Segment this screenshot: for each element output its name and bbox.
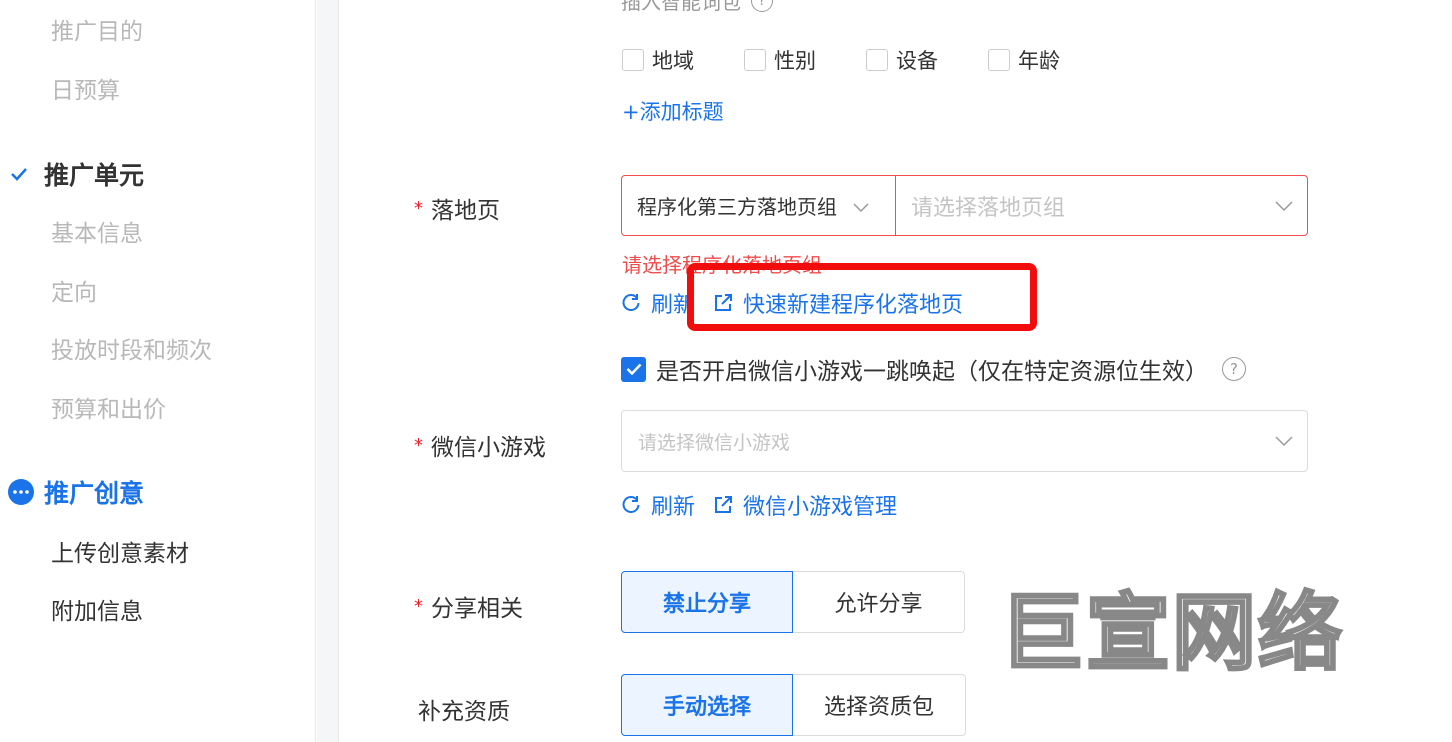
qualification-label: 补充资质 (418, 699, 510, 725)
wechat-jump-checkbox[interactable]: 是否开启微信小游戏一跳唤起（仅在特定资源位生效） ? (621, 352, 1246, 386)
field-label: 落地页 (431, 198, 500, 224)
wechat-game-label: * 微信小游戏 (414, 428, 546, 462)
annotation-highlight-box (687, 263, 1037, 331)
checkbox-label: 年龄 (1018, 49, 1060, 73)
refresh-link[interactable]: 刷新 (621, 489, 695, 521)
landing-page-group-select[interactable]: 请选择落地页组 (896, 176, 1307, 235)
sidebar-item-schedule[interactable]: 投放时段和频次 (51, 331, 212, 365)
chevron-down-icon (1275, 193, 1293, 218)
sidebar-item-targeting[interactable]: 定向 (51, 273, 97, 307)
qualification-segmented-control: 手动选择 选择资质包 (621, 674, 966, 736)
sidebar-section-label: 推广创意 (44, 479, 145, 508)
chevron-down-icon (853, 194, 869, 218)
question-icon[interactable]: ? (751, 0, 773, 12)
smart-words-label: 插入智能词包 ? (621, 0, 773, 15)
share-disable-button[interactable]: 禁止分享 (621, 571, 793, 633)
refresh-label: 刷新 (651, 495, 696, 520)
required-mark: * (414, 596, 423, 617)
landing-page-select-group: 程序化第三方落地页组 请选择落地页组 (621, 175, 1308, 236)
refresh-icon (621, 293, 641, 313)
refresh-icon (621, 495, 641, 515)
qualification-package-button[interactable]: 选择资质包 (793, 674, 966, 736)
sidebar-nav: 推广目的 日预算 推广单元 基本信息 定向 投放时段和频次 预算和出价 推广创意… (0, 0, 316, 742)
external-link-icon (713, 495, 733, 515)
watermark-text: 巨宣网络 (1000, 584, 1344, 678)
select-value: 程序化第三方落地页组 (637, 195, 837, 219)
checkbox-label: 设备 (896, 49, 938, 73)
landing-page-type-select[interactable]: 程序化第三方落地页组 (622, 176, 896, 235)
required-mark: * (414, 198, 423, 219)
sidebar-item-extra-info[interactable]: 附加信息 (51, 592, 143, 626)
checkbox-region[interactable]: 地域 (622, 45, 694, 75)
sidebar-item-daily-budget[interactable]: 日预算 (51, 71, 120, 105)
share-label: * 分享相关 (414, 589, 523, 623)
checkbox-label: 是否开启微信小游戏一跳唤起（仅在特定资源位生效） (656, 359, 1208, 385)
chevron-down-icon (1275, 430, 1293, 452)
checkbox-label: 性别 (774, 49, 816, 73)
field-label: 微信小游戏 (431, 435, 546, 461)
checkbox-box[interactable] (744, 49, 766, 71)
checkbox-age[interactable]: 年龄 (988, 45, 1060, 75)
layout-gutter (317, 0, 339, 742)
checkbox-box[interactable] (988, 49, 1010, 71)
question-icon[interactable]: ? (1222, 357, 1246, 381)
sidebar-item-budget-bid[interactable]: 预算和出价 (51, 390, 166, 424)
share-segmented-control: 禁止分享 允许分享 (621, 571, 965, 633)
more-dots-icon (8, 479, 34, 505)
smart-words-checkbox-group: 地域 性别 设备 年龄 (622, 45, 1110, 75)
watermark-logo: 巨宣网络 (996, 578, 1356, 684)
sidebar-item-upload-creative[interactable]: 上传创意素材 (51, 534, 189, 568)
sidebar-item-promo-purpose[interactable]: 推广目的 (51, 12, 143, 46)
checkbox-label: 地域 (652, 49, 694, 73)
select-placeholder: 请选择落地页组 (911, 195, 1066, 221)
field-label: 分享相关 (431, 596, 523, 622)
checkbox-box[interactable] (866, 49, 888, 71)
sidebar-section-label: 推广单元 (44, 161, 145, 190)
qualification-manual-button[interactable]: 手动选择 (621, 674, 793, 736)
select-placeholder: 请选择微信小游戏 (638, 431, 791, 454)
manage-label: 微信小游戏管理 (743, 495, 898, 520)
sidebar-section-unit[interactable]: 推广单元 (8, 156, 144, 192)
required-mark: * (414, 435, 423, 456)
wechat-game-select[interactable]: 请选择微信小游戏 (621, 410, 1308, 472)
refresh-link[interactable]: 刷新 (621, 287, 695, 319)
sidebar-item-basic-info[interactable]: 基本信息 (51, 214, 143, 248)
check-icon (8, 163, 30, 185)
checkbox-checked-icon[interactable] (621, 356, 646, 382)
smart-words-text: 插入智能词包 (621, 0, 741, 14)
wechat-game-actions: 刷新 微信小游戏管理 (621, 489, 915, 521)
checkbox-device[interactable]: 设备 (866, 45, 938, 75)
checkbox-box[interactable] (622, 49, 644, 71)
wechat-game-manage-link[interactable]: 微信小游戏管理 (713, 489, 897, 521)
landing-page-label: * 落地页 (414, 191, 500, 225)
checkbox-gender[interactable]: 性别 (744, 45, 816, 75)
sidebar-section-creative[interactable]: 推广创意 (8, 474, 144, 510)
add-title-link[interactable]: +添加标题 (622, 96, 724, 126)
share-allow-button[interactable]: 允许分享 (793, 571, 965, 633)
